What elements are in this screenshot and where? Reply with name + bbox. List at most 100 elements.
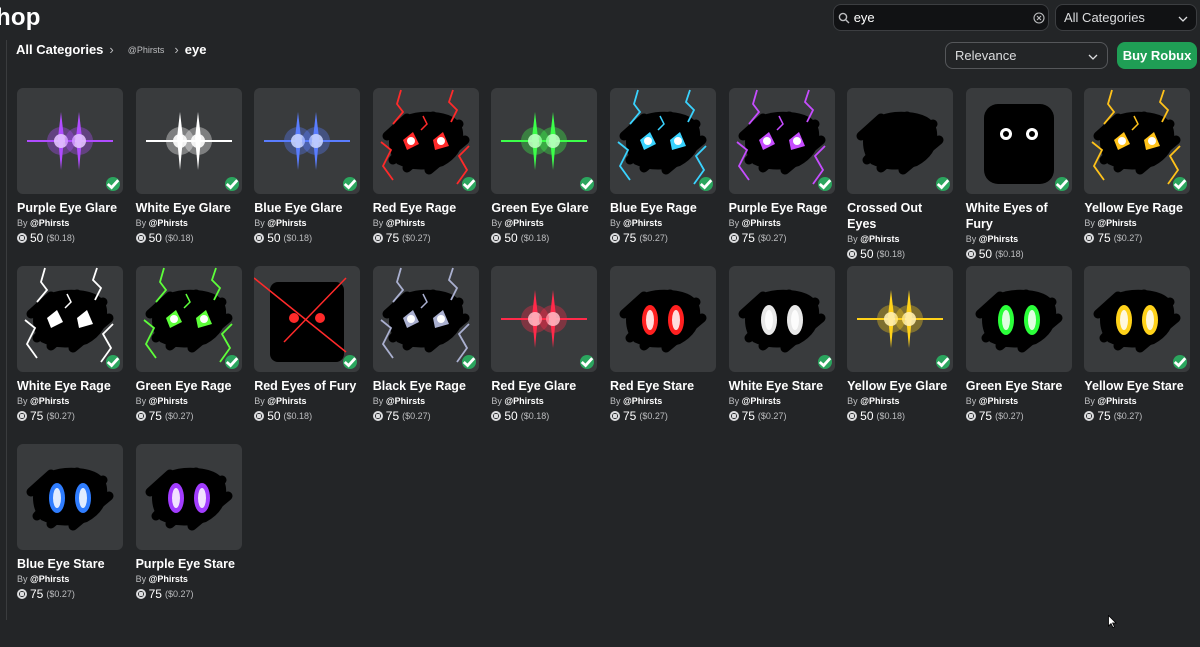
item-thumbnail[interactable]: [17, 88, 123, 194]
creator-link[interactable]: @Phirsts: [860, 234, 899, 244]
category-select[interactable]: All Categories: [1055, 4, 1197, 31]
item-name[interactable]: Green Eye Glare: [491, 200, 597, 216]
search-input[interactable]: [853, 10, 1030, 25]
creator-link[interactable]: @Phirsts: [30, 218, 69, 228]
item-card[interactable]: Purple Eye Rage By @Phirsts 75 ($0.27): [728, 88, 835, 266]
creator-link[interactable]: @Phirsts: [30, 396, 69, 406]
item-thumbnail[interactable]: [609, 88, 716, 194]
item-thumbnail[interactable]: [609, 266, 716, 372]
item-card[interactable]: Blue Eye Rage By @Phirsts 75 ($0.27): [609, 88, 716, 266]
item-name[interactable]: Blue Eye Stare: [17, 556, 123, 572]
item-card[interactable]: Purple Eye Glare By @Phirsts 50 ($0.18): [17, 88, 123, 266]
sort-select[interactable]: Relevance: [945, 42, 1108, 69]
item-name[interactable]: Black Eye Rage: [373, 378, 479, 394]
creator-link[interactable]: @Phirsts: [267, 396, 306, 406]
buy-robux-button[interactable]: Buy Robux: [1117, 42, 1197, 69]
creator-link[interactable]: @Phirsts: [979, 396, 1018, 406]
creator-link[interactable]: @Phirsts: [504, 396, 543, 406]
item-thumbnail[interactable]: [491, 266, 598, 372]
item-name[interactable]: Blue Eye Glare: [254, 200, 360, 216]
item-name[interactable]: Yellow Eye Glare: [847, 378, 953, 394]
item-name[interactable]: Crossed Out Eyes: [847, 200, 953, 232]
item-name[interactable]: White Eye Stare: [729, 378, 835, 394]
item-thumbnail[interactable]: [17, 266, 123, 372]
item-thumbnail[interactable]: [847, 88, 954, 194]
item-card[interactable]: Green Eye Rage By @Phirsts 75 ($0.27): [135, 266, 242, 444]
item-name[interactable]: Purple Eye Stare: [136, 556, 242, 572]
item-card[interactable]: Blue Eye Glare By @Phirsts 50 ($0.18): [254, 88, 361, 266]
item-card[interactable]: White Eye Stare By @Phirsts 75 ($0.27): [728, 266, 835, 444]
item-thumbnail[interactable]: [17, 444, 123, 550]
by-label: By: [135, 396, 147, 406]
item-card[interactable]: Black Eye Rage By @Phirsts 75 ($0.27): [372, 266, 479, 444]
item-thumbnail[interactable]: [254, 88, 361, 194]
item-card[interactable]: Red Eye Rage By @Phirsts 75 ($0.27): [372, 88, 479, 266]
clear-search-icon[interactable]: [1030, 11, 1048, 24]
creator-link[interactable]: @Phirsts: [979, 234, 1018, 244]
item-name[interactable]: Red Eye Rage: [373, 200, 479, 216]
item-card[interactable]: White Eye Rage By @Phirsts 75 ($0.27): [17, 266, 123, 444]
item-name[interactable]: Red Eyes of Fury: [254, 378, 360, 394]
item-name[interactable]: White Eye Rage: [17, 378, 123, 394]
item-name[interactable]: Yellow Eye Stare: [1084, 378, 1190, 394]
price-robux: 50: [860, 247, 874, 261]
item-name[interactable]: White Eye Glare: [136, 200, 242, 216]
item-card[interactable]: Green Eye Stare By @Phirsts 75 ($0.27): [965, 266, 1072, 444]
creator-link[interactable]: @Phirsts: [386, 218, 425, 228]
item-thumbnail[interactable]: [254, 266, 361, 372]
creator-link[interactable]: @Phirsts: [742, 218, 781, 228]
item-thumbnail[interactable]: [1084, 266, 1191, 372]
item-card[interactable]: Red Eye Stare By @Phirsts 75 ($0.27): [609, 266, 716, 444]
item-thumbnail[interactable]: [847, 266, 954, 372]
creator-link[interactable]: @Phirsts: [623, 396, 662, 406]
creator-link[interactable]: @Phirsts: [860, 396, 899, 406]
creator-link[interactable]: @Phirsts: [149, 218, 188, 228]
item-card[interactable]: White Eye Glare By @Phirsts 50 ($0.18): [135, 88, 242, 266]
item-name[interactable]: Green Eye Stare: [966, 378, 1072, 394]
creator-link[interactable]: @Phirsts: [149, 396, 188, 406]
breadcrumb-all-categories[interactable]: All Categories: [16, 42, 103, 57]
by-label: By: [609, 218, 621, 228]
creator-link[interactable]: @Phirsts: [386, 396, 425, 406]
item-card[interactable]: Red Eyes of Fury By @Phirsts 50 ($0.18): [254, 266, 361, 444]
item-name[interactable]: Blue Eye Rage: [610, 200, 716, 216]
item-thumbnail[interactable]: [372, 88, 479, 194]
item-name[interactable]: White Eyes of Fury: [966, 200, 1072, 232]
breadcrumb-creator[interactable]: @Phirsts: [128, 45, 165, 55]
creator-link[interactable]: @Phirsts: [267, 218, 306, 228]
item-thumbnail[interactable]: [135, 444, 242, 550]
item-card[interactable]: Green Eye Glare By @Phirsts 50 ($0.18): [491, 88, 598, 266]
creator-link[interactable]: @Phirsts: [149, 574, 188, 584]
item-name[interactable]: Purple Eye Rage: [729, 200, 835, 216]
item-thumbnail[interactable]: [965, 88, 1072, 194]
item-thumbnail[interactable]: [135, 266, 242, 372]
item-name[interactable]: Yellow Eye Rage: [1084, 200, 1190, 216]
item-card[interactable]: White Eyes of Fury By @Phirsts 50 ($0.18): [965, 88, 1072, 266]
search-bar[interactable]: [833, 4, 1049, 31]
item-card[interactable]: Red Eye Glare By @Phirsts 50 ($0.18): [491, 266, 598, 444]
creator-link[interactable]: @Phirsts: [1097, 218, 1136, 228]
item-thumbnail[interactable]: [135, 88, 242, 194]
creator-link[interactable]: @Phirsts: [30, 574, 69, 584]
creator-link[interactable]: @Phirsts: [742, 396, 781, 406]
item-thumbnail[interactable]: [491, 88, 598, 194]
robux-icon: [135, 233, 146, 243]
item-card[interactable]: Yellow Eye Glare By @Phirsts 50 ($0.18): [847, 266, 954, 444]
creator-link[interactable]: @Phirsts: [623, 218, 662, 228]
item-name[interactable]: Red Eye Stare: [610, 378, 716, 394]
item-card[interactable]: Crossed Out Eyes By @Phirsts 50 ($0.18): [847, 88, 954, 266]
item-thumbnail[interactable]: [965, 266, 1072, 372]
item-name[interactable]: Purple Eye Glare: [17, 200, 123, 216]
item-thumbnail[interactable]: [728, 88, 835, 194]
item-thumbnail[interactable]: [728, 266, 835, 372]
item-name[interactable]: Green Eye Rage: [136, 378, 242, 394]
creator-link[interactable]: @Phirsts: [1097, 396, 1136, 406]
item-card[interactable]: Blue Eye Stare By @Phirsts 75 ($0.27): [17, 444, 123, 622]
item-card[interactable]: Yellow Eye Stare By @Phirsts 75 ($0.27): [1084, 266, 1191, 444]
item-name[interactable]: Red Eye Glare: [491, 378, 597, 394]
creator-link[interactable]: @Phirsts: [504, 218, 543, 228]
item-card[interactable]: Yellow Eye Rage By @Phirsts 75 ($0.27): [1084, 88, 1191, 266]
item-thumbnail[interactable]: [1084, 88, 1191, 194]
item-thumbnail[interactable]: [372, 266, 479, 372]
item-card[interactable]: Purple Eye Stare By @Phirsts 75 ($0.27): [135, 444, 242, 622]
